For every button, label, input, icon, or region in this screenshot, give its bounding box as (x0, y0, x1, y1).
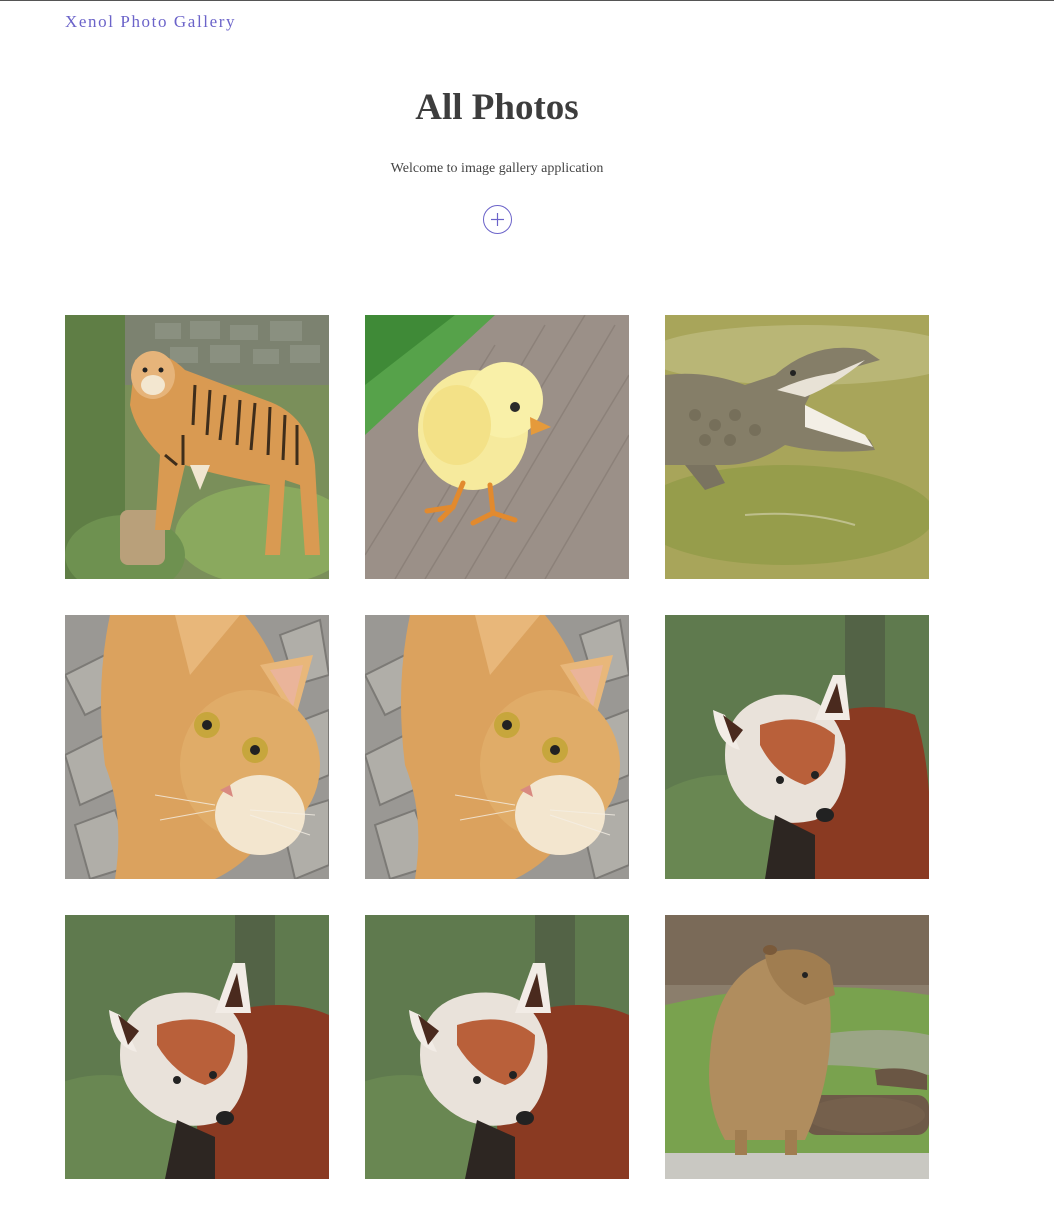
page-subtitle: Welcome to image gallery application (390, 161, 604, 176)
photo-card-tiger[interactable] (65, 315, 329, 579)
chick-photo (365, 315, 629, 579)
cat-photo (65, 615, 329, 879)
photo-card-red-panda[interactable] (365, 915, 629, 1179)
photo-card-cat[interactable] (65, 615, 329, 879)
cat-photo (365, 615, 629, 879)
photo-card-cat[interactable] (365, 615, 629, 879)
top-border (0, 0, 1054, 1)
red-panda-photo (65, 915, 329, 1179)
capybara-photo (665, 915, 929, 1179)
plus-icon (491, 213, 504, 226)
photo-grid (65, 315, 929, 1179)
photo-card-chick[interactable] (365, 315, 629, 579)
crocodile-photo (665, 315, 929, 579)
tiger-photo (65, 315, 329, 579)
red-panda-photo (365, 915, 629, 1179)
photo-card-capybara[interactable] (665, 915, 929, 1179)
red-panda-photo (665, 615, 929, 879)
photo-card-red-panda[interactable] (65, 915, 329, 1179)
photo-card-red-panda[interactable] (665, 615, 929, 879)
photo-card-crocodile[interactable] (665, 315, 929, 579)
brand-link[interactable]: Xenol Photo Gallery (65, 12, 236, 32)
add-photo-button[interactable] (483, 205, 512, 234)
page-title: All Photos (415, 87, 579, 128)
